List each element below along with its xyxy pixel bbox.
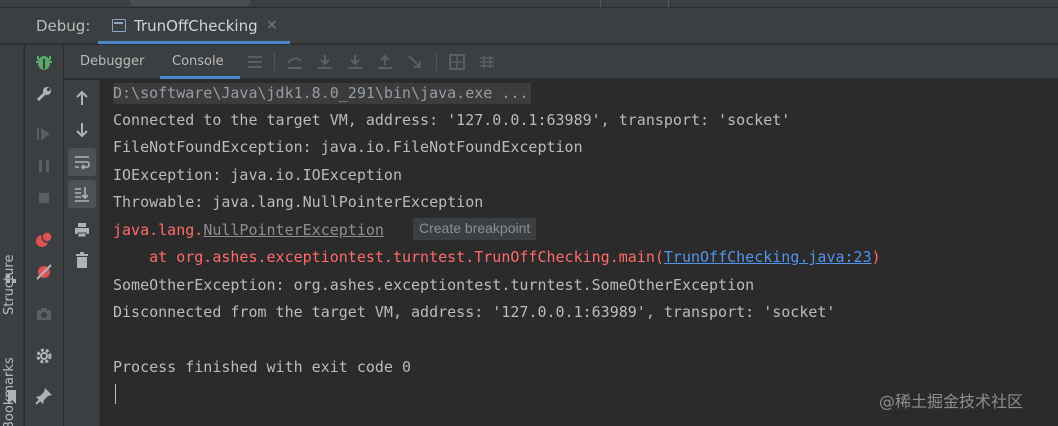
divider [274, 53, 275, 71]
stacktrace-line: at org.ashes.exceptiontest.turntest.Trun… [113, 248, 881, 266]
stacktrace-text: at org.ashes.exceptiontest.turntest.Trun… [113, 248, 664, 266]
watermark: @稀土掘金技术社区 [879, 392, 1024, 411]
run-config-tab-label: TrunOffChecking [134, 17, 258, 35]
step-into-icon[interactable] [314, 51, 336, 73]
debug-title: Debug: [36, 17, 91, 35]
console-line: FileNotFoundException: java.io.FileNotFo… [113, 138, 583, 156]
console-output[interactable]: D:\software\Java\jdk1.8.0_291\bin\java.e… [101, 80, 1058, 426]
debug-bug-icon[interactable] [33, 51, 55, 73]
tab-console[interactable]: Console [172, 45, 224, 79]
command-line-text[interactable]: D:\software\Java\jdk1.8.0_291\bin\java.e… [113, 83, 532, 104]
close-icon[interactable]: × [266, 17, 278, 33]
scroll-to-end-icon[interactable] [68, 180, 96, 208]
divider [436, 53, 437, 71]
step-over-icon[interactable] [284, 51, 306, 73]
exception-line: java.lang.NullPointerException [113, 221, 384, 239]
console-line: Process finished with exit code 0 [113, 358, 412, 376]
debug-tabs-toolbar: Debugger Console [64, 45, 1058, 79]
pin-icon[interactable] [33, 385, 55, 407]
background-window-strip [0, 0, 1058, 8]
down-arrow-icon[interactable] [68, 116, 96, 144]
tab-debugger[interactable]: Debugger [80, 45, 144, 79]
divider [600, 0, 601, 8]
text-caret [115, 384, 116, 404]
wrench-icon[interactable] [33, 83, 55, 105]
divider [668, 0, 669, 8]
layout-menu-icon[interactable] [244, 51, 266, 73]
left-tool-strip: Structure Bookmarks [0, 45, 24, 426]
source-file-link[interactable]: TrunOffChecking.java:23 [664, 248, 872, 266]
mute-breakpoints-icon[interactable] [33, 261, 55, 283]
console-line: Throwable: java.lang.NullPointerExceptio… [113, 193, 484, 211]
view-breakpoints-icon[interactable] [33, 229, 55, 251]
step-out-icon[interactable] [374, 51, 396, 73]
bookmark-icon[interactable] [6, 390, 18, 404]
structure-icon[interactable] [6, 274, 18, 284]
trace-stream-icon[interactable] [476, 51, 498, 73]
exception-class-link[interactable]: NullPointerException [203, 221, 384, 239]
run-to-cursor-icon[interactable] [404, 51, 426, 73]
structure-tool-label[interactable]: Structure [2, 255, 17, 315]
up-arrow-icon[interactable] [68, 84, 96, 112]
clear-all-trash-icon[interactable] [68, 246, 96, 274]
console-actions [64, 80, 100, 426]
background-window-fragment [130, 0, 250, 6]
force-step-into-icon[interactable] [344, 51, 366, 73]
console-line: D:\software\Java\jdk1.8.0_291\bin\java.e… [113, 83, 532, 104]
camera-icon[interactable] [33, 303, 55, 325]
pause-icon[interactable] [33, 155, 55, 177]
soft-wrap-icon[interactable] [68, 148, 96, 176]
console-line: Connected to the target VM, address: '12… [113, 111, 791, 129]
debug-titlebar: Debug: TrunOffChecking × [0, 8, 1058, 44]
console-line: SomeOtherException: org.ashes.exceptiont… [113, 276, 755, 294]
evaluate-expression-icon[interactable] [446, 51, 468, 73]
settings-gear-icon[interactable] [33, 345, 55, 367]
debug-actions [25, 45, 63, 426]
stop-icon[interactable] [33, 187, 55, 209]
resume-icon[interactable] [33, 123, 55, 145]
create-breakpoint-tooltip[interactable]: Create breakpoint [413, 218, 537, 240]
console-line: IOException: java.io.IOException [113, 166, 402, 184]
exception-prefix: java.lang. [113, 221, 204, 239]
console-line: Disconnected from the target VM, address… [113, 303, 836, 321]
print-icon[interactable] [68, 216, 96, 244]
active-tab-indicator [160, 76, 240, 79]
window-icon [112, 19, 126, 32]
run-config-tab[interactable]: TrunOffChecking × [98, 8, 290, 44]
stacktrace-suffix: ) [871, 248, 881, 266]
